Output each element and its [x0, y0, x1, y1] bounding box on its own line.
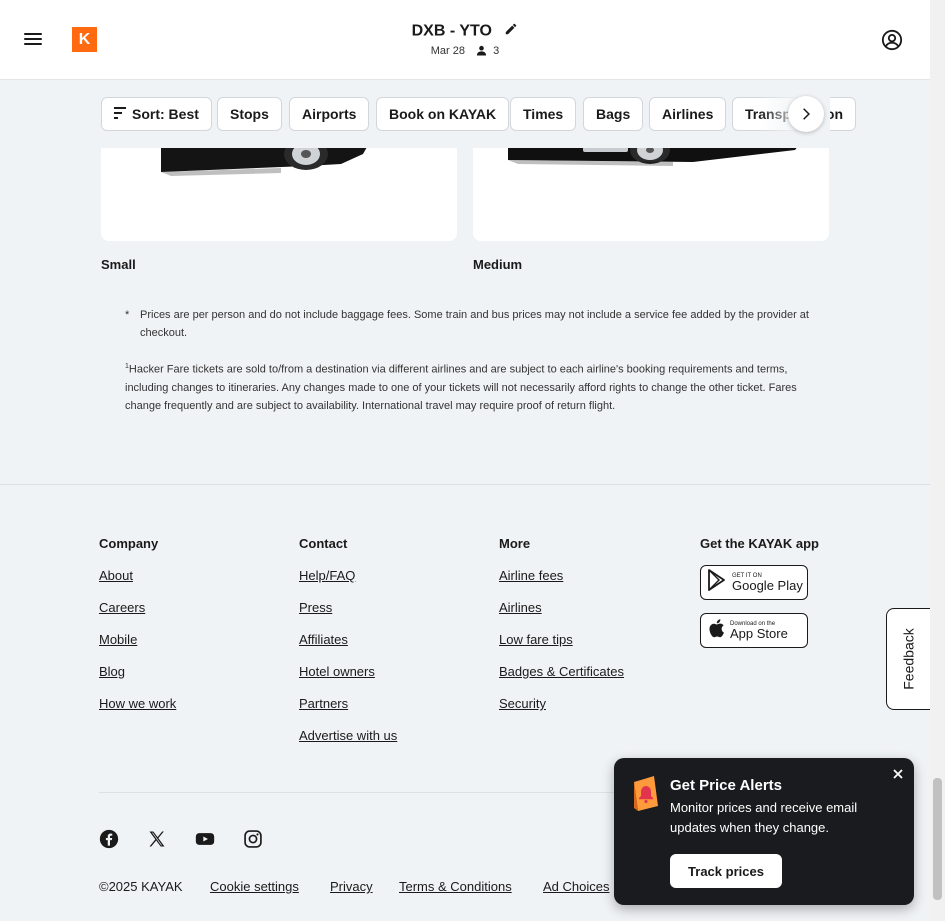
price-alert-title: Get Price Alerts: [670, 777, 782, 794]
footer-link-low-fare-tips[interactable]: Low fare tips: [499, 632, 573, 647]
route-title[interactable]: DXB - YTO: [0, 22, 930, 41]
app-heading: Get the KAYAK app: [700, 536, 819, 551]
footer-link-careers[interactable]: Careers: [99, 600, 145, 615]
person-icon: [476, 45, 487, 59]
price-alert-popup: Get Price Alerts Monitor prices and rece…: [614, 758, 914, 905]
footer-link-security[interactable]: Security: [499, 696, 546, 711]
footer-link-help-faq[interactable]: Help/FAQ: [299, 568, 355, 583]
footer-link-badges[interactable]: Badges & Certificates: [499, 664, 624, 679]
book-on-kayak-chip[interactable]: Book on KAYAK: [376, 97, 510, 131]
contact-heading: Contact: [299, 536, 348, 551]
search-meta: Mar 28 3: [0, 45, 930, 59]
google-play-badge[interactable]: GET IT ON Google Play: [700, 565, 808, 600]
airports-chip[interactable]: Airports: [289, 97, 370, 131]
footer-link-how-we-work[interactable]: How we work: [99, 696, 176, 711]
footer-link-press[interactable]: Press: [299, 600, 332, 615]
stops-chip[interactable]: Stops: [217, 97, 282, 131]
travel-date: Mar 28: [430, 45, 465, 57]
footer-link-affiliates[interactable]: Affiliates: [299, 632, 348, 647]
google-play-icon: [707, 569, 727, 596]
footer-divider: [0, 484, 930, 485]
traveler-count: 3: [493, 45, 500, 57]
cookie-settings-link[interactable]: Cookie settings: [210, 879, 299, 894]
copyright-text: ©2025 KAYAK: [99, 879, 183, 894]
car-card-small[interactable]: [101, 140, 457, 241]
hacker-fare-note: 1Hacker Fare tickets are sold to/from a …: [125, 358, 815, 415]
footer-link-about[interactable]: About: [99, 568, 133, 583]
more-heading: More: [499, 536, 531, 551]
footer-link-blog[interactable]: Blog: [99, 664, 125, 679]
footer-link-advertise[interactable]: Advertise with us: [299, 728, 397, 743]
sort-icon: [114, 106, 128, 122]
facebook-icon[interactable]: [99, 829, 119, 849]
car-card-medium[interactable]: [473, 140, 829, 241]
footer-link-airlines[interactable]: Airlines: [499, 600, 542, 615]
footer-link-hotel-owners[interactable]: Hotel owners: [299, 664, 375, 679]
google-play-big: Google Play: [732, 578, 803, 593]
close-icon[interactable]: [890, 766, 906, 782]
small-car-image: [161, 140, 371, 176]
feedback-label: Feedback: [900, 628, 917, 690]
sort-chip-label: Sort: Best: [132, 106, 199, 122]
company-heading: Company: [99, 536, 159, 551]
price-alert-description: Monitor prices and receive email updates…: [670, 800, 858, 835]
track-prices-button[interactable]: Track prices: [670, 854, 782, 888]
medium-car-image: [508, 140, 803, 166]
ad-choices-link[interactable]: Ad Choices: [543, 879, 609, 894]
footer-link-partners[interactable]: Partners: [299, 696, 348, 711]
route-text: DXB - YTO: [411, 22, 492, 40]
youtube-icon[interactable]: [195, 829, 215, 849]
privacy-link[interactable]: Privacy: [330, 879, 373, 894]
terms-link[interactable]: Terms & Conditions: [399, 879, 512, 894]
car-size-small-label: Small: [101, 257, 136, 272]
footnote-asterisk: *: [125, 309, 130, 321]
bags-chip[interactable]: Bags: [583, 97, 644, 131]
edit-pencil-icon[interactable]: [504, 22, 518, 41]
airlines-chip[interactable]: Airlines: [649, 97, 727, 131]
hacker-note-text: Hacker Fare tickets are sold to/from a d…: [125, 363, 797, 412]
instagram-icon[interactable]: [243, 829, 263, 849]
apple-icon: [707, 618, 725, 643]
x-twitter-icon[interactable]: [147, 829, 167, 849]
prices-note: Prices are per person and do not include…: [140, 309, 809, 339]
footer-link-mobile[interactable]: Mobile: [99, 632, 137, 647]
app-store-badge[interactable]: Download on the App Store: [700, 613, 808, 648]
times-chip[interactable]: Times: [510, 97, 577, 131]
sort-chip[interactable]: Sort: Best: [101, 97, 212, 131]
account-icon[interactable]: [881, 29, 903, 51]
filter-bar: Sort: Best Stops Airports Book on KAYAK …: [0, 80, 930, 148]
scrollbar-thumb[interactable]: [933, 778, 942, 900]
top-header: K DXB - YTO Mar 28 3: [0, 0, 930, 80]
car-size-medium-label: Medium: [473, 257, 523, 272]
feedback-tab[interactable]: Feedback: [886, 608, 930, 710]
footer-link-airline-fees[interactable]: Airline fees: [499, 568, 563, 583]
chevron-right-icon[interactable]: [788, 96, 824, 132]
app-store-big: App Store: [730, 626, 788, 641]
price-alert-bell-icon: [630, 774, 660, 817]
